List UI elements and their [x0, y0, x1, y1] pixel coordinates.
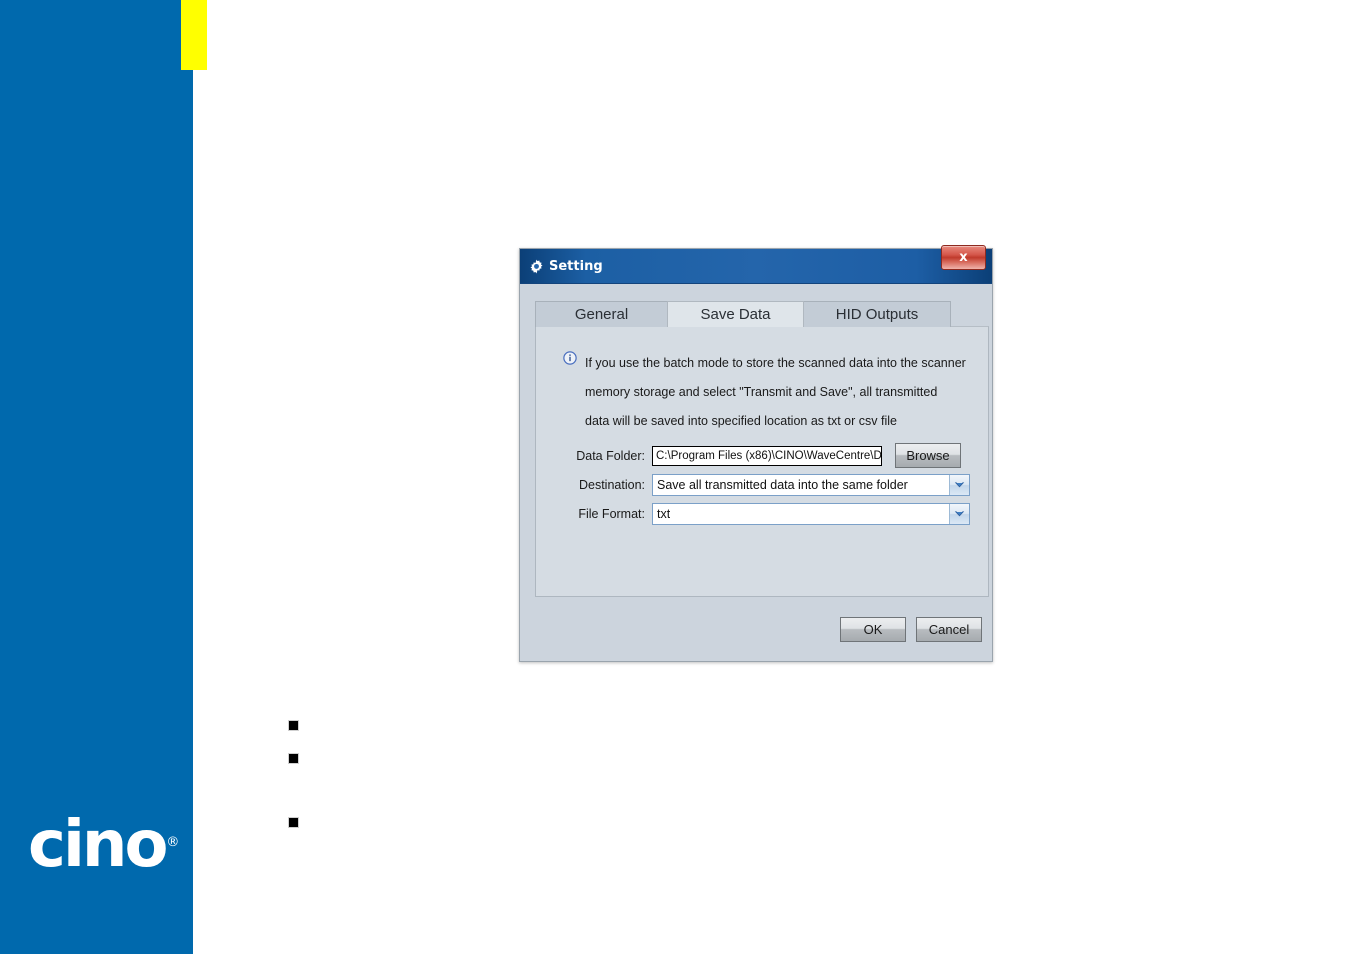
dialog-footer: OK Cancel — [520, 603, 992, 661]
cancel-button[interactable]: Cancel — [916, 617, 982, 642]
info-line: memory storage and select "Transmit and … — [585, 385, 938, 399]
destination-select[interactable]: Save all transmitted data into the same … — [652, 473, 970, 496]
browse-button[interactable]: Browse — [895, 443, 961, 468]
yellow-accent-marker — [181, 0, 207, 70]
registered-trademark-symbol: ® — [166, 835, 180, 850]
chevron-down-icon[interactable] — [949, 503, 969, 524]
info-note: If you use the batch mode to store the s… — [563, 349, 966, 436]
chevron-down-icon[interactable] — [949, 474, 969, 495]
file-format-value: txt — [657, 506, 671, 521]
list-item-bullet — [288, 817, 299, 828]
list-item-bullet — [288, 720, 299, 731]
destination-row: Destination: Save all transmitted data i… — [563, 473, 973, 496]
cino-logo: cino ® — [28, 806, 188, 883]
data-folder-label: Data Folder: — [576, 448, 645, 463]
info-line: data will be saved into specified locati… — [585, 414, 897, 428]
info-line: If you use the batch mode to store the s… — [585, 356, 966, 370]
dialog-titlebar[interactable]: Setting x — [520, 245, 992, 284]
tab-general[interactable]: General — [535, 301, 668, 327]
setting-dialog: Setting x General Save Data HID Outputs … — [519, 245, 993, 662]
ok-button[interactable]: OK — [840, 617, 906, 642]
file-format-select[interactable]: txt — [652, 502, 970, 525]
data-folder-row: Data Folder: C:\Program Files (x86)\CINO… — [563, 443, 973, 468]
gear-icon — [529, 259, 544, 274]
destination-label: Destination: — [578, 477, 645, 492]
file-format-label: File Format: — [578, 506, 645, 521]
data-folder-input[interactable]: C:\Program Files (x86)\CINO\WaveCentre\D… — [652, 445, 882, 466]
list-item-bullet — [288, 753, 299, 764]
tablist: General Save Data HID Outputs — [535, 301, 978, 327]
cino-wordmark: cino — [28, 808, 168, 883]
file-format-row: File Format: txt — [563, 502, 973, 525]
save-data-panel: If you use the batch mode to store the s… — [535, 326, 989, 597]
destination-value: Save all transmitted data into the same … — [657, 477, 908, 492]
tab-save-data[interactable]: Save Data — [667, 301, 804, 327]
form-area: Data Folder: C:\Program Files (x86)\CINO… — [563, 443, 973, 531]
dialog-title: Setting — [549, 258, 603, 274]
tab-hid-outputs[interactable]: HID Outputs — [803, 301, 951, 327]
close-button[interactable]: x — [941, 245, 986, 270]
document-page: cino ® Setting x General Save Data HID Ou… — [0, 0, 1351, 954]
